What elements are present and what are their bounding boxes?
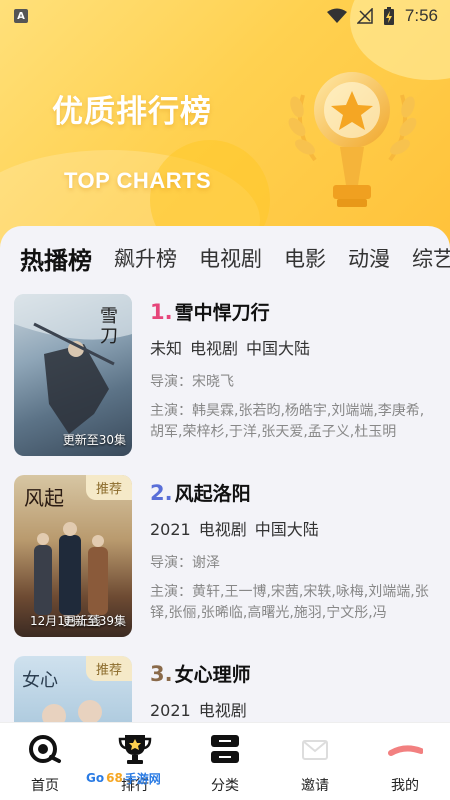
recommend-badge: 推荐 — [85, 475, 132, 500]
header-banner: 优质排行榜 TOP CHARTS — [0, 0, 450, 250]
wifi-icon — [326, 8, 347, 23]
banner-title: 优质排行榜 — [52, 94, 212, 130]
item-type: 电视剧 — [190, 339, 239, 358]
item-cast: 主演：韩昊霖,张若昀,杨皓宇,刘端端,李庚希,胡军,荣梓杉,于洋,张天爱,孟子义… — [150, 403, 425, 440]
item-region: 中国大陆 — [246, 339, 311, 358]
item-meta: 未知 电视剧 中国大陆 — [150, 335, 440, 359]
chart-card: 热播榜 飙升榜 电视剧 电影 动漫 综艺 雪 刀 更新至30集 1. 雪中悍刀行… — [0, 226, 450, 800]
bottom-nav: 首页 排行 分类 邀请 我的 Go 68 手游网 — [0, 722, 450, 800]
list-item[interactable]: 风起 推荐 12月1日上线 更新至39集 2. 风起洛阳 2021 电视剧 中国… — [0, 475, 450, 645]
recommend-badge: 推荐 — [85, 656, 132, 681]
item-info: 3. 女心理师 2021 电视剧 — [150, 660, 440, 721]
item-type: 电视剧 — [198, 701, 247, 720]
home-icon — [29, 735, 61, 763]
svg-text:女心: 女心 — [22, 670, 58, 691]
poster-image[interactable]: 风起 推荐 12月1日上线 更新至39集 — [14, 475, 132, 637]
rank-number: 2. — [150, 481, 173, 505]
poster-image[interactable]: 雪 刀 更新至30集 — [14, 294, 132, 456]
poster-update-label: 更新至30集 — [62, 433, 126, 447]
nav-invite-label: 邀请 — [301, 778, 329, 794]
rank-number: 3. — [150, 662, 173, 686]
list-item[interactable]: 雪 刀 更新至30集 1. 雪中悍刀行 未知 电视剧 中国大陆 导演：宋晓飞 主演：… — [0, 294, 450, 464]
item-year: 2021 — [150, 520, 191, 539]
nav-profile-label: 我的 — [391, 778, 419, 794]
item-info: 2. 风起洛阳 2021 电视剧 中国大陆 导演：谢泽 主演：黄轩,王一博,宋茜,宋… — [150, 479, 440, 624]
nav-category-label: 分类 — [211, 778, 239, 794]
item-cast: 主演：黄轩,王一博,宋茜,宋轶,咏梅,刘端端,张铎,张俪,张晞临,高曙光,施羽,… — [150, 584, 429, 621]
item-year: 2021 — [150, 701, 191, 720]
item-region: 中国大陆 — [254, 520, 319, 539]
banner-subtitle: TOP CHARTS — [64, 168, 212, 193]
notification-app-icon: A — [14, 9, 28, 23]
tab-anime[interactable]: 动漫 — [348, 243, 390, 273]
ranking-trophy-icon — [118, 735, 152, 764]
item-year: 未知 — [150, 339, 183, 358]
status-bar: A 7:56 — [0, 0, 450, 32]
category-icon — [211, 735, 239, 763]
tab-movie[interactable]: 电影 — [284, 243, 326, 273]
nav-invite[interactable]: 邀请 — [270, 723, 360, 800]
item-meta: 2021 电视剧 中国大陆 — [150, 516, 440, 540]
status-time: 7:56 — [404, 6, 438, 25]
tab-rising[interactable]: 飙升榜 — [114, 243, 177, 273]
item-director: 导演：谢泽 — [150, 555, 220, 571]
item-title[interactable]: 风起洛阳 — [175, 479, 251, 506]
site-watermark: Go 68 手游网 — [86, 771, 161, 786]
trophy-icon — [288, 72, 417, 207]
nav-profile[interactable]: 我的 — [360, 723, 450, 800]
no-signal-icon — [356, 8, 373, 24]
battery-charging-icon — [383, 7, 394, 25]
rank-number: 1. — [150, 300, 173, 324]
item-title[interactable]: 女心理师 — [175, 660, 251, 687]
item-meta: 2021 电视剧 — [150, 697, 440, 721]
svg-text:风起: 风起 — [24, 486, 64, 510]
item-director: 导演：宋晓飞 — [150, 374, 234, 390]
svg-text:雪: 雪 — [100, 306, 118, 327]
profile-icon — [388, 745, 423, 756]
tab-variety[interactable]: 综艺 — [412, 243, 450, 273]
item-info: 1. 雪中悍刀行 未知 电视剧 中国大陆 导演：宋晓飞 主演：韩昊霖,张若昀,杨皓宇… — [150, 298, 440, 443]
invite-icon — [302, 740, 328, 760]
nav-category[interactable]: 分类 — [180, 723, 270, 800]
nav-home-label: 首页 — [31, 778, 59, 794]
tab-tv[interactable]: 电视剧 — [199, 243, 262, 273]
nav-home[interactable]: 首页 — [0, 723, 90, 800]
tab-hot[interactable]: 热播榜 — [20, 241, 92, 276]
poster-update-label: 更新至39集 — [62, 614, 126, 628]
item-title[interactable]: 雪中悍刀行 — [175, 298, 270, 325]
svg-text:刀: 刀 — [100, 326, 118, 347]
item-type: 电视剧 — [198, 520, 247, 539]
category-tabs: 热播榜 飙升榜 电视剧 电影 动漫 综艺 — [0, 226, 450, 290]
